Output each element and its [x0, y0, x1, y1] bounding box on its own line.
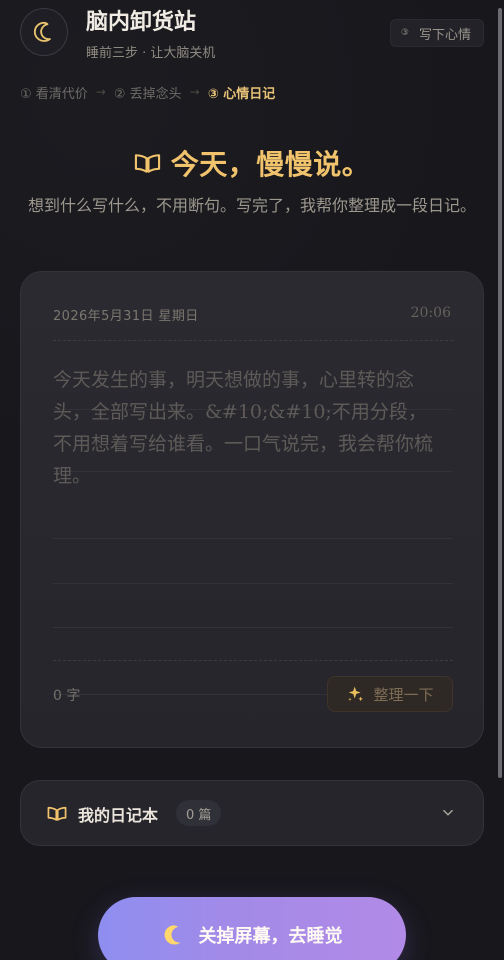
- step-3[interactable]: ③ 心情日记: [208, 83, 276, 102]
- book-open-icon: [47, 806, 67, 821]
- journal-time: 20:06: [410, 305, 451, 321]
- journal-page: 脑内卸货站 睡前三步 · 让大脑关机 ③ 写下心情 ① 看清代价 → ② 丢掉念…: [0, 0, 504, 960]
- tidy-button[interactable]: 整理一下: [327, 676, 453, 712]
- book-open-icon: [134, 154, 160, 173]
- hero-description: 想到什么写什么，不用断句。写完了，我帮你整理成一段日记。: [27, 196, 476, 215]
- journal-placeholder: 今天发生的事，明天想做的事，心里转的念头，全部写出来。&#10;&#10;不用分…: [53, 369, 434, 487]
- current-step-label: 写下心情: [418, 27, 471, 43]
- tidy-button-label: 整理一下: [373, 685, 434, 704]
- notebook-count-badge: 0 篇: [176, 800, 222, 826]
- step-progress: ① 看清代价 → ② 丢掉念头 → ③ 心情日记: [20, 83, 276, 102]
- character-count: 0 字: [53, 688, 81, 704]
- step-arrow-icon: →: [95, 85, 106, 99]
- journal-date: 2026年5月31日 星期日: [53, 309, 199, 324]
- current-step-number: ③: [400, 28, 409, 38]
- chevron-down-icon: [443, 809, 453, 816]
- app-header: 脑内卸货站 睡前三步 · 让大脑关机 ③ 写下心情: [20, 8, 484, 64]
- step-2[interactable]: ② 丢掉念头: [114, 83, 182, 102]
- journal-line: [53, 627, 453, 628]
- step-1[interactable]: ① 看清代价: [20, 83, 88, 102]
- sparkle-icon: [348, 686, 364, 701]
- notebook-toggle[interactable]: 我的日记本 0 篇: [20, 780, 484, 846]
- moon-icon: [20, 8, 68, 56]
- hero-section: 今天，慢慢说。: [0, 146, 504, 181]
- go-to-sleep-button[interactable]: 关掉屏幕，去睡觉: [98, 897, 406, 960]
- crescent-moon-icon: [164, 925, 180, 945]
- step-arrow-icon: →: [189, 85, 200, 99]
- notebook-title: 我的日记本: [78, 806, 159, 825]
- journal-line: [53, 583, 453, 584]
- go-to-sleep-label: 关掉屏幕，去睡觉: [198, 926, 343, 947]
- journal-footer-divider: [53, 660, 453, 662]
- hero-heading: 今天，慢慢说。: [0, 146, 504, 181]
- page-subtitle: 睡前三步 · 让大脑关机: [86, 46, 216, 61]
- vertical-scrollbar[interactable]: [498, 8, 502, 778]
- hero-title-text: 今天，慢慢说。: [170, 148, 371, 181]
- page-title: 脑内卸货站: [86, 10, 197, 35]
- current-step-pill[interactable]: ③ 写下心情: [389, 19, 484, 47]
- journal-textarea[interactable]: 今天发生的事，明天想做的事，心里转的念头，全部写出来。&#10;&#10;不用分…: [53, 340, 453, 695]
- journal-card[interactable]: 2026年5月31日 星期日 20:06 今天发生的事，明天想做的事，心里转的念…: [20, 271, 484, 748]
- journal-line: [53, 538, 453, 539]
